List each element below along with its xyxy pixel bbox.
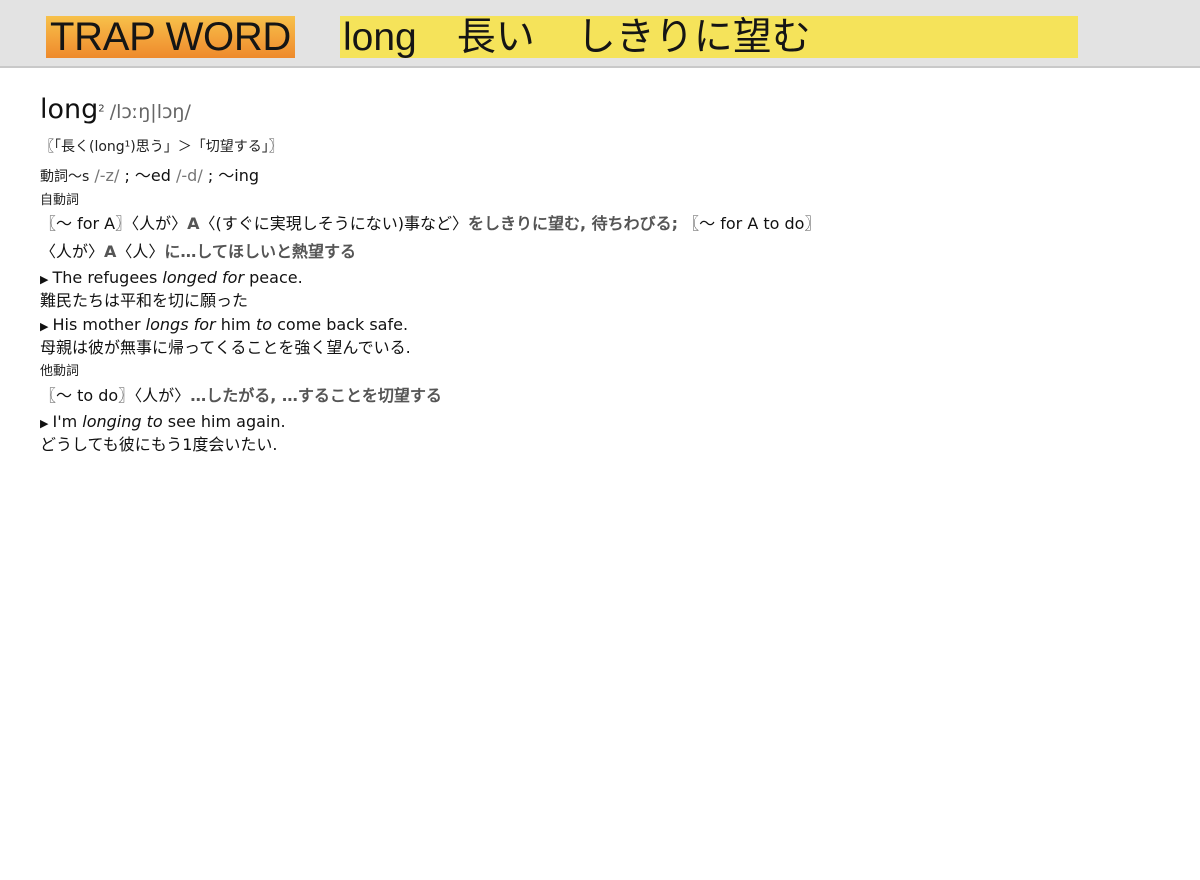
ing-label: ; ～ing bbox=[207, 166, 260, 185]
definition-2: に…してほしいと熱望する bbox=[164, 242, 356, 261]
sense-2: 〈人が〉A〈人〉に…してほしいと熱望する bbox=[40, 238, 356, 262]
example-text: I'm bbox=[52, 412, 83, 431]
banner-meaning-1: 長い bbox=[456, 16, 535, 59]
homograph-number: 2 bbox=[98, 103, 105, 115]
pronunciation: /lɔːŋ|lɔŋ/ bbox=[109, 101, 191, 123]
ed-pronunciation: /-d/ bbox=[176, 166, 203, 185]
object-a: A bbox=[187, 214, 200, 233]
example-text: The refugees bbox=[52, 268, 163, 287]
play-triangle-icon[interactable]: ▶ bbox=[40, 320, 48, 333]
play-triangle-icon[interactable]: ▶ bbox=[40, 273, 48, 286]
pos-intransitive: 自動詞 bbox=[40, 193, 80, 208]
example-italic: longs for bbox=[145, 315, 216, 334]
example-1-translation: 難民たちは平和を切に願った bbox=[40, 291, 249, 310]
example-2-translation: 母親は彼が無事に帰ってくることを強く望んでいる. bbox=[40, 338, 411, 357]
trap-word-badge: TRAP WORD bbox=[46, 16, 296, 58]
example-1: ▶ The refugees longed for peace. bbox=[40, 268, 303, 287]
object-note: 〈(すぐに実現しそうにない)事など〉 bbox=[199, 214, 469, 233]
example-text: peace. bbox=[244, 268, 303, 287]
pattern-for-a-to-do: 〖～ for A to do〗 bbox=[678, 214, 821, 233]
ed-label: ; ～ed bbox=[124, 166, 171, 185]
inflection-line: 動詞～s /-z/ ; ～ed /-d/ ; ～ing bbox=[40, 162, 259, 186]
example-3: ▶ I'm longing to see him again. bbox=[40, 412, 286, 431]
example-italic: to bbox=[255, 315, 273, 334]
headword: long bbox=[40, 94, 99, 125]
etymology: 〖「長く(long¹)思う」＞「切望する」〗 bbox=[40, 139, 283, 155]
entry-heading: long2 /lɔːŋ|lɔŋ/ bbox=[40, 94, 191, 125]
example-italic: longed for bbox=[162, 268, 245, 287]
pattern-to-do: 〖～ to do〗〈人が〉 bbox=[40, 386, 191, 405]
definition-3: …したがる, …することを切望する bbox=[190, 386, 442, 405]
sense-3: 〖～ to do〗〈人が〉…したがる, …することを切望する bbox=[40, 382, 442, 406]
person-note: 〈人〉 bbox=[116, 242, 165, 261]
s-pronunciation: /-z/ bbox=[94, 166, 120, 185]
banner-word: long bbox=[343, 16, 417, 59]
inflection-prefix: 動詞～s bbox=[40, 169, 90, 185]
example-2: ▶ His mother longs for him to come back s… bbox=[40, 315, 408, 334]
definition-1: をしきりに望む, 待ちわびる; bbox=[468, 214, 679, 233]
sense-1: 〖～ for A〗〈人が〉A〈(すぐに実現しそうにない)事など〉をしきりに望む,… bbox=[40, 210, 820, 234]
example-text: see him again. bbox=[162, 412, 286, 431]
example-text: him bbox=[215, 315, 256, 334]
play-triangle-icon[interactable]: ▶ bbox=[40, 417, 48, 430]
example-text: come back safe. bbox=[272, 315, 409, 334]
example-italic: longing to bbox=[82, 412, 163, 431]
example-3-translation: どうしても彼にもう1度会いたい. bbox=[40, 435, 278, 454]
header-bar: TRAP WORD long 長い しきりに望む bbox=[0, 0, 1200, 68]
example-text: His mother bbox=[52, 315, 146, 334]
pattern-for-a: 〖～ for A〗〈人が〉 bbox=[40, 214, 188, 233]
object-a-2: A bbox=[104, 242, 117, 261]
word-meaning-banner: long 長い しきりに望む bbox=[340, 16, 1078, 59]
pos-transitive: 他動詞 bbox=[40, 364, 80, 379]
banner-meaning-2: しきりに望む bbox=[576, 16, 811, 59]
subject-note: 〈人が〉 bbox=[40, 242, 105, 261]
